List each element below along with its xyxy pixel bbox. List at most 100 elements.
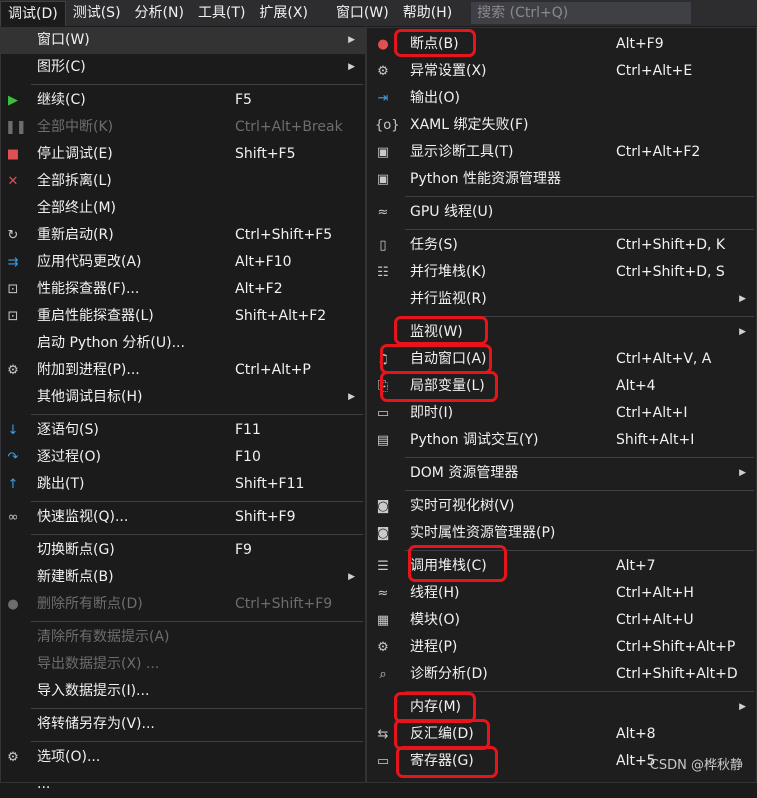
menu-item-shortcut: Shift+Alt+F2 [235,308,327,324]
menu-item[interactable]: {o} XAML 绑定失败(F) [367,112,756,139]
menu-item[interactable]: ⚙ 进程(P) Ctrl+Shift+Alt+P [367,634,756,661]
menu-item[interactable]: 将转储另存为(V)... [1,711,365,738]
menu-item[interactable]: 导入数据提示(I)... [1,678,365,705]
menu-item-label: 将转储另存为(V)... [37,716,155,732]
menu-item-shortcut: F5 [235,92,252,108]
menu-item[interactable]: ⌕ 诊断分析(D) Ctrl+Shift+Alt+D [367,661,756,688]
delete-breakpoints-icon: ● [7,597,19,612]
menu-item[interactable]: ✕ 全部拆离(L) [1,168,365,195]
output-icon: ⇥ [377,91,389,106]
menu-item[interactable]: ▤ Python 调试交互(Y) Shift+Alt+I [367,427,756,454]
menu-item-label: 并行堆栈(K) [410,264,487,280]
menubar-item[interactable]: 工具(T) [191,0,252,26]
menu-item-shortcut: Ctrl+Alt+U [616,612,694,628]
menu-item[interactable]: ∞ 快速监视(Q)... Shift+F9 [1,504,365,531]
menu-separator [405,229,754,230]
menu-item[interactable]: ▯ 任务(S) Ctrl+Shift+D, K [367,232,756,259]
menu-item[interactable]: ⚙ 选项(O)... [1,744,365,771]
submenu-arrow-icon: ▶ [739,702,746,712]
menu-item[interactable]: ▶ 继续(C) F5 [1,87,365,114]
menu-item[interactable]: ⇥ 输出(O) [367,85,756,112]
menu-item[interactable]: 新建断点(B) ▶ [1,564,365,591]
menu-item-label: 全部拆离(L) [37,173,112,189]
red-highlight-box [380,371,498,402]
red-highlight-box [394,29,476,57]
menu-separator [405,490,754,491]
red-highlight-box [380,344,492,374]
menu-item[interactable]: ◙ 实时可视化树(V) [367,493,756,520]
menu-item-label: 诊断分析(D) [410,666,488,682]
menubar-item[interactable]: 分析(N) [128,0,191,26]
gpu-threads-icon: ≈ [377,205,389,220]
debug-menu: 窗口(W) ▶ 图形(C) ▶ ▶ 继续(C) F5 ❚❚ 全部中断(K) Ctrl+Alt+Br… [0,26,366,792]
menu-item[interactable]: ▣ Python 性能资源管理器 [367,166,756,193]
menu-item[interactable]: DOM 资源管理器 ▶ [367,460,756,487]
parallel-stacks-icon: ☷ [377,265,389,280]
menu-item[interactable]: ▭ 即时(I) Ctrl+Alt+I [367,400,756,427]
menubar-item[interactable]: 调试(D) [0,0,66,27]
menu-item[interactable]: ⚙ 附加到进程(P)... Ctrl+Alt+P [1,357,365,384]
menu-item[interactable]: ◙ 实时属性资源管理器(P) [367,520,756,547]
gear-icon: ⚙ [7,750,19,765]
menu-item[interactable]: ⇉ 应用代码更改(A) Alt+F10 [1,249,365,276]
menu-item[interactable]: ▦ 模块(O) Ctrl+Alt+U [367,607,756,634]
camera-icon: ◙ [376,499,390,514]
menu-item-label: 导出数据提示(X) ... [37,656,160,672]
menu-item[interactable]: ☷ 并行堆栈(K) Ctrl+Shift+D, S [367,259,756,286]
menu-item-label: 实时可视化树(V) [410,498,515,514]
menu-separator [31,708,363,709]
menu-item-shortcut: Alt+4 [616,378,656,394]
menu-item-label: 窗口(W) [37,32,90,48]
menubar-item[interactable]: 测试(S) [66,0,128,26]
menu-item[interactable]: ≈ 线程(H) Ctrl+Alt+H [367,580,756,607]
window-submenu: ● 断点(B) Alt+F9 ⚙ 异常设置(X) Ctrl+Alt+E ⇥ 输出(O) {o} X… [366,27,757,783]
menu-item[interactable]: ⊡ 重启性能探查器(L) Shift+Alt+F2 [1,303,365,330]
menu-item[interactable]: 全部终止(M) [1,195,365,222]
menubar-item[interactable]: 窗口(W) [329,0,396,26]
python-profiler-icon: ▣ [376,172,390,187]
menu-bar: 调试(D) 测试(S) 分析(N) 工具(T) 扩展(X) 窗口(W) 帮助(H) 搜索 (C… [0,0,757,27]
apply-code-icon: ⇉ [7,255,19,270]
step-into-icon: ↓ [7,423,19,438]
menu-item-label: 输出(O) [410,90,460,106]
menu-item-label: 逐过程(O) [37,449,101,465]
menu-item: 导出数据提示(X) ... [1,651,365,678]
menu-item[interactable]: ▣ 显示诊断工具(T) Ctrl+Alt+F2 [367,139,756,166]
menu-item[interactable]: 并行监视(R) ▶ [367,286,756,313]
menu-item[interactable]: 窗口(W) ▶ [1,27,365,54]
menu-item-label: 模块(O) [410,612,460,628]
menu-item-shortcut: Shift+Alt+I [616,432,695,448]
menu-item-shortcut: Alt+F2 [235,281,283,297]
menu-item-shortcut: Ctrl+Alt+I [616,405,688,421]
menu-item-label: 即时(I) [410,405,454,421]
menu-item[interactable]: ■ 停止调试(E) Shift+F5 [1,141,365,168]
red-highlight-box [408,545,507,582]
menu-item-label: 并行监视(R) [410,291,487,307]
submenu-arrow-icon: ▶ [348,392,355,402]
menu-item-shortcut: Shift+F5 [235,146,296,162]
menu-item-shortcut: Ctrl+Shift+Alt+D [616,666,738,682]
menu-item[interactable]: ↻ 重新启动(R) Ctrl+Shift+F5 [1,222,365,249]
menu-item[interactable]: ↑ 跳出(T) Shift+F11 [1,471,365,498]
submenu-arrow-icon: ▶ [739,294,746,304]
menu-item-label: 快速监视(Q)... [37,509,129,525]
menubar-item[interactable]: 帮助(H) [396,0,459,26]
menu-item[interactable]: ⊡ 性能探查器(F)... Alt+F2 [1,276,365,303]
menu-item[interactable]: ↓ 逐语句(S) F11 [1,417,365,444]
menu-item[interactable]: 图形(C) ▶ [1,54,365,81]
menu-item[interactable]: ≈ GPU 线程(U) [367,199,756,226]
menu-item-label: 清除所有数据提示(A) [37,629,170,645]
menu-item-shortcut: Ctrl+Alt+F2 [616,144,701,160]
menu-item[interactable]: ⚙ 异常设置(X) Ctrl+Alt+E [367,58,756,85]
pause-icon: ❚❚ [5,120,27,135]
menu-item: 清除所有数据提示(A) [1,624,365,651]
search-input[interactable]: 搜索 (Ctrl+Q) [471,2,692,24]
menu-separator [31,414,363,415]
menu-item[interactable]: 启动 Python 分析(U)... [1,330,365,357]
menubar-item[interactable]: 扩展(X) [252,0,315,26]
menu-item[interactable]: ... [1,771,365,798]
menu-item[interactable]: 切换断点(G) F9 [1,537,365,564]
menu-item[interactable]: 其他调试目标(H) ▶ [1,384,365,411]
menu-separator [31,501,363,502]
menu-item[interactable]: ↷ 逐过程(O) F10 [1,444,365,471]
